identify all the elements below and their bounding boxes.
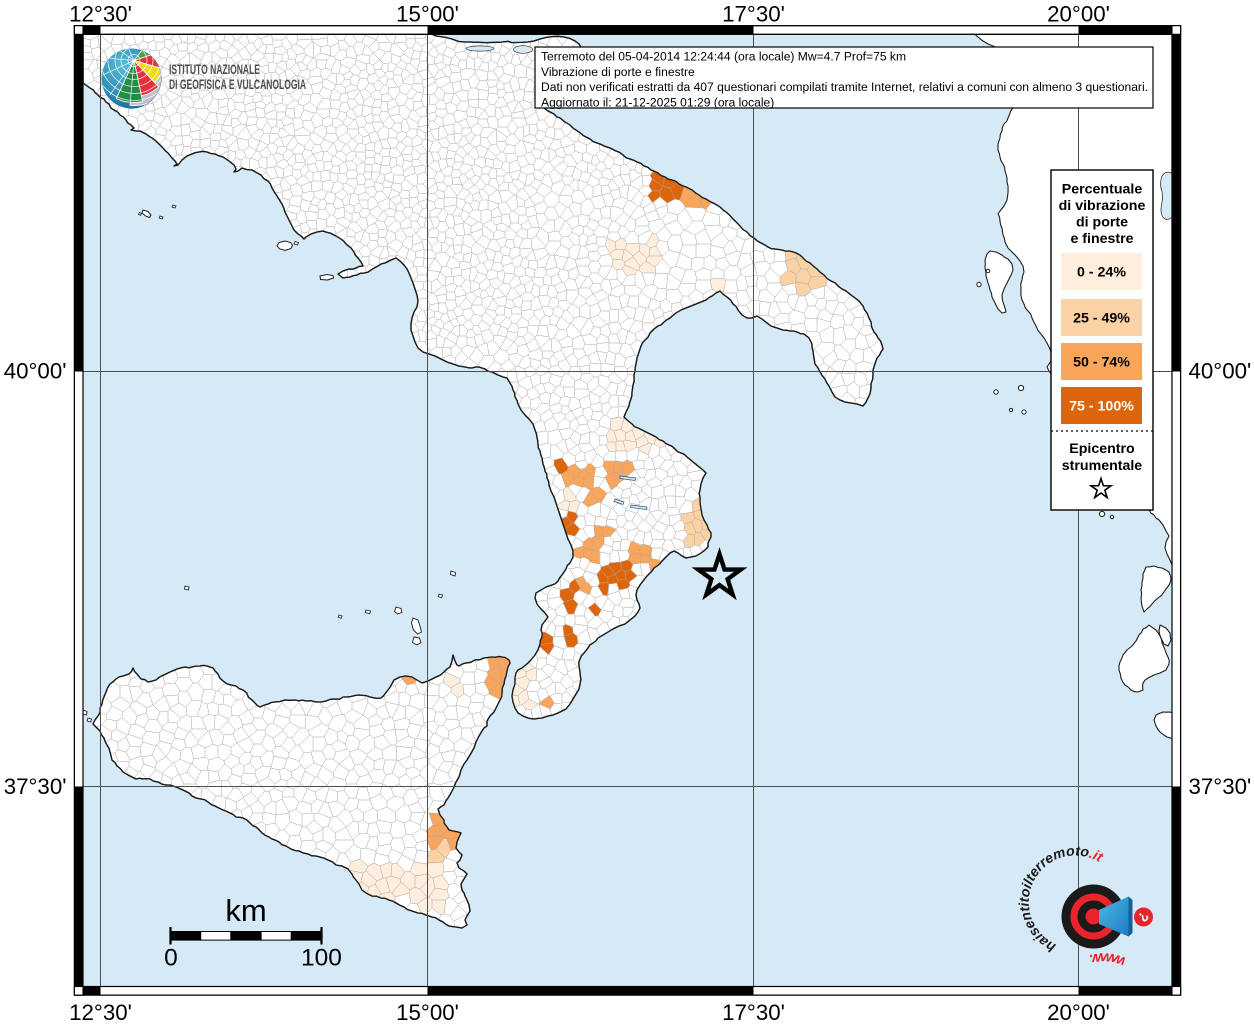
- svg-text:12°30': 12°30': [69, 1000, 132, 1024]
- svg-text:strumentale: strumentale: [1062, 458, 1143, 474]
- svg-text:40°00': 40°00': [1189, 359, 1252, 384]
- svg-text:75 - 100%: 75 - 100%: [1069, 399, 1134, 415]
- svg-text:17°30': 17°30': [722, 1000, 785, 1024]
- svg-text:0: 0: [164, 945, 178, 972]
- svg-text:12°30': 12°30': [69, 2, 132, 27]
- svg-text:Vibrazione di porte e finestre: Vibrazione di porte e finestre: [541, 65, 695, 79]
- svg-text:37°30': 37°30': [4, 774, 67, 799]
- svg-text:e finestre: e finestre: [1070, 231, 1133, 247]
- svg-text:Aggiornato il: 21-12-2025 01:2: Aggiornato il: 21-12-2025 01:29 (ora loc…: [541, 95, 774, 109]
- svg-text:0 - 24%: 0 - 24%: [1077, 265, 1126, 281]
- svg-text:25 - 49%: 25 - 49%: [1073, 311, 1130, 327]
- svg-text:di vibrazione: di vibrazione: [1059, 198, 1146, 214]
- svg-text:ISTITUTO NAZIONALE: ISTITUTO NAZIONALE: [169, 61, 260, 77]
- svg-text:100: 100: [301, 945, 342, 972]
- svg-text:50 - 74%: 50 - 74%: [1073, 355, 1130, 371]
- svg-text:20°00': 20°00': [1047, 2, 1110, 27]
- svg-text:km: km: [225, 893, 266, 928]
- svg-text:37°30': 37°30': [1189, 774, 1252, 799]
- svg-text:20°00': 20°00': [1047, 1000, 1110, 1024]
- svg-text:Dati non verificati estratti d: Dati non verificati estratti da 407 ques…: [541, 80, 1148, 94]
- svg-text:15°00': 15°00': [396, 2, 459, 27]
- svg-text:Percentuale: Percentuale: [1062, 182, 1143, 198]
- svg-text:40°00': 40°00': [4, 359, 67, 384]
- svg-text:Terremoto del 05-04-2014 12:24: Terremoto del 05-04-2014 12:24:44 (ora l…: [541, 50, 906, 64]
- svg-text:DI GEOFISICA E VULCANOLOGIA: DI GEOFISICA E VULCANOLOGIA: [169, 76, 306, 92]
- svg-text:di porte: di porte: [1076, 215, 1128, 231]
- svg-text:Epicentro: Epicentro: [1069, 441, 1135, 457]
- svg-text:17°30': 17°30': [722, 2, 785, 27]
- svg-text:15°00': 15°00': [396, 1000, 459, 1024]
